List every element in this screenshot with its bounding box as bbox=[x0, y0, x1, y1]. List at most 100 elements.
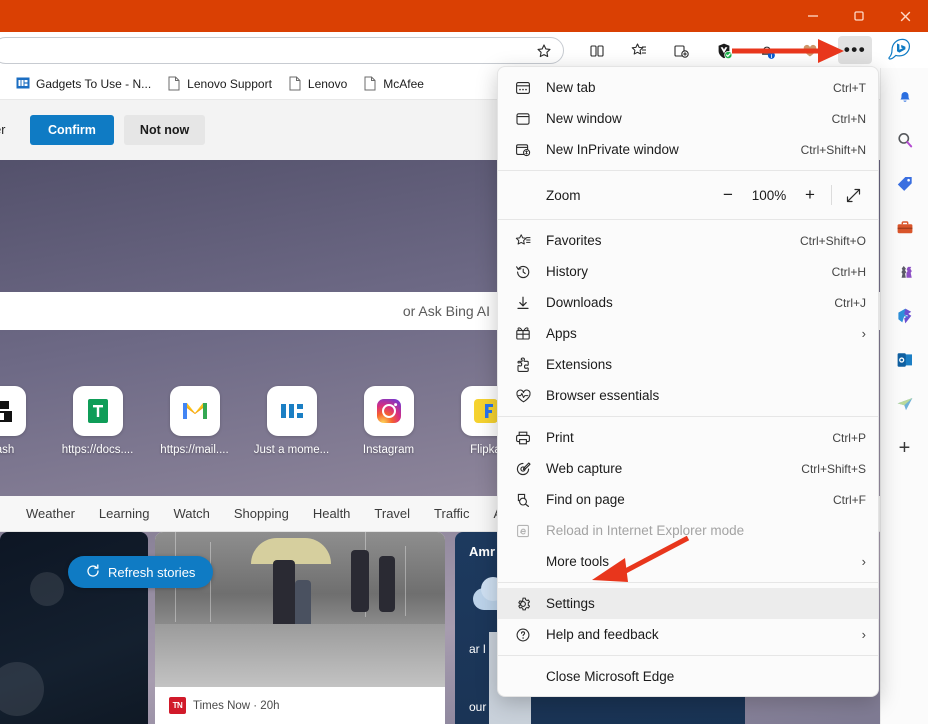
bookmark-item[interactable]: Lenovo bbox=[280, 73, 355, 94]
outlook-icon[interactable] bbox=[889, 344, 921, 376]
zoom-divider bbox=[831, 185, 832, 205]
menu-item-find-on-page[interactable]: Find on page Ctrl+F bbox=[498, 484, 878, 515]
news-source-line: Times Now · 20h bbox=[193, 699, 280, 712]
menu-item-label: More tools bbox=[546, 554, 610, 569]
find-on-page-icon bbox=[512, 491, 534, 509]
nav-item-weather[interactable]: Weather bbox=[14, 506, 87, 521]
refresh-icon bbox=[86, 563, 100, 581]
shopping-tag-icon[interactable] bbox=[889, 168, 921, 200]
menu-separator bbox=[498, 170, 878, 171]
page-favicon bbox=[167, 76, 181, 91]
microsoft-365-icon[interactable] bbox=[889, 300, 921, 332]
bookmark-item[interactable]: Gadgets To Use - N... bbox=[8, 73, 159, 94]
times-now-logo: TN bbox=[169, 697, 186, 714]
gadgets-favicon bbox=[16, 76, 30, 91]
menu-item-extensions[interactable]: Extensions bbox=[498, 349, 878, 380]
collections-icon[interactable] bbox=[667, 37, 695, 64]
nav-item-learning[interactable]: Learning bbox=[87, 506, 162, 521]
unsplash-icon bbox=[0, 386, 26, 436]
ask-bing-label: or Ask Bing AI bbox=[402, 303, 490, 319]
favorites-icon[interactable] bbox=[625, 37, 653, 64]
menu-item-close-microsoft-edge[interactable]: Close Microsoft Edge bbox=[498, 661, 878, 692]
not-now-button[interactable]: Not now bbox=[123, 115, 206, 145]
menu-item-history[interactable]: History Ctrl+H bbox=[498, 256, 878, 287]
browser-essentials-icon bbox=[512, 387, 534, 405]
menu-item-accel: Ctrl+F bbox=[833, 492, 866, 507]
menu-item-label: Close Microsoft Edge bbox=[546, 669, 675, 684]
close-icon[interactable] bbox=[882, 0, 928, 32]
shortcut-tile[interactable]: https://mail.... bbox=[146, 386, 243, 456]
nav-item-shopping[interactable]: Shopping bbox=[222, 506, 301, 521]
maximize-icon[interactable] bbox=[836, 0, 882, 32]
gmail-icon bbox=[169, 386, 220, 436]
add-sidebar-button[interactable]: + bbox=[889, 432, 921, 464]
nav-item-travel[interactable]: Travel bbox=[362, 506, 422, 521]
menu-item-label: Help and feedback bbox=[546, 627, 659, 642]
bookmark-label: Lenovo Support bbox=[187, 76, 272, 91]
browser-toolbar: i ••• bbox=[0, 32, 928, 68]
menu-item-accel: Ctrl+Shift+S bbox=[801, 461, 866, 476]
bing-chat-button[interactable] bbox=[882, 34, 916, 66]
zoom-in-button[interactable]: + bbox=[795, 181, 825, 209]
bookmark-item[interactable]: McAfee bbox=[355, 73, 432, 94]
shortcut-tile[interactable]: Instagram bbox=[340, 386, 437, 456]
mcafee-shield-icon[interactable] bbox=[710, 37, 738, 64]
menu-separator bbox=[498, 582, 878, 583]
menu-item-web-capture[interactable]: Web capture Ctrl+Shift+S bbox=[498, 453, 878, 484]
favorite-star-icon[interactable] bbox=[530, 37, 558, 64]
bookmark-label: Gadgets To Use - N... bbox=[36, 76, 152, 91]
menu-item-browser-essentials[interactable]: Browser essentials bbox=[498, 380, 878, 411]
weather-city: Amr bbox=[469, 544, 496, 559]
menu-item-print[interactable]: Print Ctrl+P bbox=[498, 422, 878, 453]
games-icon[interactable] bbox=[889, 256, 921, 288]
nav-item-traffic[interactable]: Traffic bbox=[422, 506, 481, 521]
menu-item-accel: Ctrl+T bbox=[833, 80, 866, 95]
history-icon bbox=[512, 263, 534, 281]
menu-item-new-window[interactable]: New window Ctrl+N bbox=[498, 103, 878, 134]
more-options-button[interactable]: ••• bbox=[838, 36, 872, 64]
notifications-bell-icon[interactable] bbox=[889, 80, 921, 112]
menu-item-apps[interactable]: Apps › bbox=[498, 318, 878, 349]
search-icon[interactable] bbox=[889, 124, 921, 156]
menu-item-accel: Ctrl+H bbox=[831, 264, 866, 279]
menu-item-label: Web capture bbox=[546, 461, 623, 476]
edge-sidebar: + bbox=[880, 68, 928, 724]
fullscreen-icon[interactable] bbox=[838, 181, 868, 209]
send-icon[interactable] bbox=[889, 388, 921, 420]
menu-item-accel: Ctrl+J bbox=[834, 295, 866, 310]
menu-item-new-tab[interactable]: New tab Ctrl+T bbox=[498, 72, 878, 103]
address-bar[interactable] bbox=[0, 37, 564, 64]
bookmark-item[interactable]: Lenovo Support bbox=[159, 73, 280, 94]
shortcut-tile[interactable]: Just a mome... bbox=[243, 386, 340, 456]
new-window-icon bbox=[512, 110, 534, 128]
menu-item-favorites[interactable]: Favorites Ctrl+Shift+O bbox=[498, 225, 878, 256]
signin-text: ser bbox=[0, 123, 6, 137]
browser-essentials-icon[interactable] bbox=[796, 37, 824, 64]
minimize-icon[interactable] bbox=[790, 0, 836, 32]
menu-item-label: Browser essentials bbox=[546, 388, 660, 403]
office-briefcase-icon[interactable] bbox=[889, 212, 921, 244]
print-icon bbox=[512, 429, 534, 447]
confirm-button[interactable]: Confirm bbox=[30, 115, 114, 145]
shortcut-label: Just a mome... bbox=[253, 444, 330, 456]
menu-item-settings[interactable]: Settings bbox=[498, 588, 878, 619]
favorites-icon bbox=[512, 232, 534, 250]
menu-item-downloads[interactable]: Downloads Ctrl+J bbox=[498, 287, 878, 318]
notifications-bell-icon[interactable]: i bbox=[753, 37, 781, 64]
nav-item-health[interactable]: Health bbox=[301, 506, 363, 521]
more-tools-icon bbox=[512, 553, 534, 571]
menu-item-new-inprivate-window[interactable]: New InPrivate window Ctrl+Shift+N bbox=[498, 134, 878, 165]
zoom-out-button[interactable]: − bbox=[713, 181, 743, 209]
menu-item-more-tools[interactable]: More tools › bbox=[498, 546, 878, 577]
shortcut-tile[interactable]: https://docs.... bbox=[49, 386, 146, 456]
menu-separator bbox=[498, 655, 878, 656]
nav-item-watch[interactable]: Watch bbox=[162, 506, 222, 521]
menu-item-help-and-feedback[interactable]: Help and feedback › bbox=[498, 619, 878, 650]
extensions-icon bbox=[512, 356, 534, 374]
split-screen-icon[interactable] bbox=[583, 37, 611, 64]
refresh-stories-button[interactable]: Refresh stories bbox=[68, 556, 214, 588]
refresh-stories-label: Refresh stories bbox=[108, 564, 196, 580]
internet-explorer-icon bbox=[512, 522, 534, 540]
shortcut-tile[interactable]: plash bbox=[0, 386, 49, 456]
menu-item-label: Extensions bbox=[546, 357, 613, 372]
